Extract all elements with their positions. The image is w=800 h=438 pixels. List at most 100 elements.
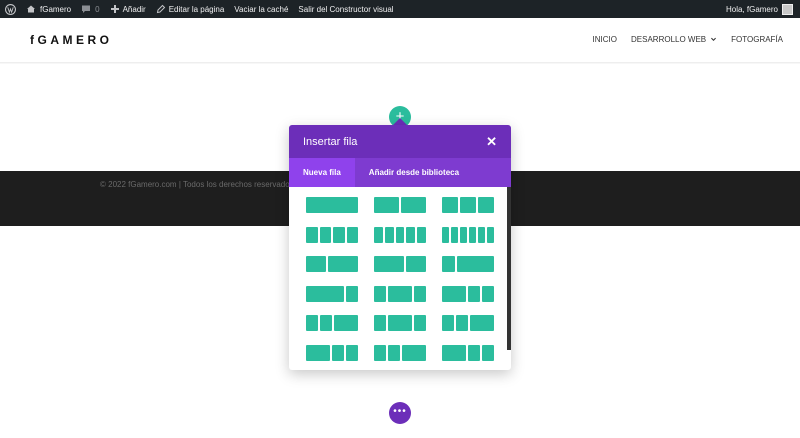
- row-layout-option[interactable]: [306, 315, 358, 331]
- layout-column: [482, 285, 494, 302]
- nav-item-desarrollo-web[interactable]: DESARROLLO WEB: [631, 35, 717, 44]
- layout-column: [402, 344, 426, 361]
- comments-count: 0: [95, 4, 100, 14]
- insert-row-modal: Insertar fila ✕ Nueva fila Añadir desde …: [289, 125, 511, 370]
- chevron-down-icon: [711, 37, 717, 41]
- layout-column: [306, 285, 344, 302]
- layout-row: [306, 315, 494, 331]
- pencil-icon: [156, 4, 165, 14]
- layout-column: [306, 256, 326, 272]
- layout-column: [460, 226, 467, 243]
- layout-column: [319, 226, 331, 243]
- clear-cache-link[interactable]: Vaciar la caché: [229, 0, 293, 18]
- layout-column: [456, 256, 494, 272]
- site-name-link[interactable]: fGamero: [21, 0, 76, 18]
- tab-anadir-desde-biblioteca[interactable]: Añadir desde biblioteca: [355, 158, 469, 187]
- row-layout-option[interactable]: [306, 285, 358, 302]
- layout-column: [487, 226, 494, 243]
- layout-column: [345, 285, 358, 302]
- layout-column: [470, 315, 494, 331]
- add-new-label: Añadir: [122, 4, 146, 14]
- layout-column: [320, 315, 332, 331]
- row-layout-option[interactable]: [374, 285, 426, 302]
- row-layout-option[interactable]: [374, 197, 426, 213]
- nav-item-desarrollo-web-label: DESARROLLO WEB: [631, 35, 707, 44]
- modal-header: Insertar fila ✕: [289, 125, 511, 158]
- clear-cache-label: Vaciar la caché: [234, 4, 289, 14]
- layout-column: [374, 315, 386, 331]
- add-new-link[interactable]: Añadir: [105, 0, 151, 18]
- row-layout-option[interactable]: [374, 315, 426, 331]
- admin-bar: fGamero 0 Añadir Editar la página Vaciar…: [0, 0, 800, 18]
- more-options-button[interactable]: •••: [389, 402, 411, 424]
- exit-builder-link[interactable]: Salir del Constructor visual: [293, 0, 398, 18]
- layout-column: [468, 344, 480, 361]
- comments-link[interactable]: 0: [76, 0, 104, 18]
- site-logo[interactable]: fGAMERO: [30, 33, 113, 47]
- layout-column: [374, 256, 404, 272]
- row-layout-option[interactable]: [442, 285, 494, 302]
- row-layout-option[interactable]: [306, 256, 358, 272]
- nav-item-fotografia[interactable]: FOTOGRAFÍA: [731, 35, 783, 44]
- main-nav: INICIO DESARROLLO WEB FOTOGRAFÍA: [579, 35, 783, 44]
- row-layout-option[interactable]: [374, 256, 426, 272]
- comment-icon: [82, 5, 91, 13]
- layout-column: [401, 197, 426, 213]
- layout-column: [395, 226, 405, 243]
- layout-column: [306, 315, 318, 331]
- layout-column: [406, 226, 416, 243]
- row-layout-option[interactable]: [442, 226, 494, 243]
- modal-scrollbar[interactable]: [507, 187, 511, 350]
- row-layout-option[interactable]: [374, 226, 426, 243]
- layout-column: [456, 315, 468, 331]
- layout-column: [334, 315, 358, 331]
- layout-column: [346, 226, 358, 243]
- layout-column: [414, 285, 426, 302]
- wordpress-menu[interactable]: [0, 0, 21, 18]
- row-layout-option[interactable]: [442, 197, 494, 213]
- layout-column: [332, 344, 344, 361]
- layout-row: [306, 285, 494, 302]
- home-icon: [27, 5, 35, 13]
- layout-column: [388, 285, 412, 302]
- layout-column: [306, 344, 330, 361]
- layout-column: [442, 256, 455, 272]
- layout-row: [306, 226, 494, 243]
- modal-title: Insertar fila: [303, 135, 358, 148]
- site-header: fGAMERO INICIO DESARROLLO WEB FOTOGRAFÍA: [0, 18, 800, 63]
- row-layout-option[interactable]: [442, 256, 494, 272]
- tab-nueva-fila[interactable]: Nueva fila: [289, 158, 355, 187]
- row-layout-option[interactable]: [306, 226, 358, 243]
- row-layout-option[interactable]: [306, 197, 358, 213]
- row-layout-option[interactable]: [442, 315, 494, 331]
- layout-column: [374, 197, 399, 213]
- layout-column: [384, 226, 394, 243]
- layout-column: [478, 226, 485, 243]
- row-layout-option[interactable]: [306, 344, 358, 361]
- nav-item-inicio[interactable]: INICIO: [593, 35, 617, 44]
- edit-page-link[interactable]: Editar la página: [151, 0, 230, 18]
- footer-copyright: © 2022 fGamero.com | Todos los derechos …: [100, 180, 294, 189]
- user-account-menu[interactable]: Hola, fGamero: [721, 0, 800, 18]
- layout-row: [306, 197, 494, 213]
- wordpress-icon: [5, 3, 16, 15]
- layout-column: [414, 315, 426, 331]
- row-layout-option[interactable]: [374, 344, 426, 361]
- layout-column: [406, 256, 426, 272]
- plus-icon: [110, 5, 119, 13]
- layout-column: [442, 226, 449, 243]
- close-icon[interactable]: ✕: [486, 135, 497, 148]
- layout-column: [388, 315, 412, 331]
- exit-builder-label: Salir del Constructor visual: [298, 4, 394, 14]
- layout-column: [374, 344, 386, 361]
- layout-column: [478, 197, 494, 213]
- layout-column: [388, 344, 400, 361]
- row-layout-option[interactable]: [442, 344, 494, 361]
- modal-pointer: [393, 118, 407, 125]
- avatar: [782, 3, 793, 15]
- layout-column: [374, 226, 383, 243]
- layout-grid: [289, 187, 511, 361]
- layout-column: [468, 285, 480, 302]
- layout-column: [442, 344, 466, 361]
- layout-column: [346, 344, 358, 361]
